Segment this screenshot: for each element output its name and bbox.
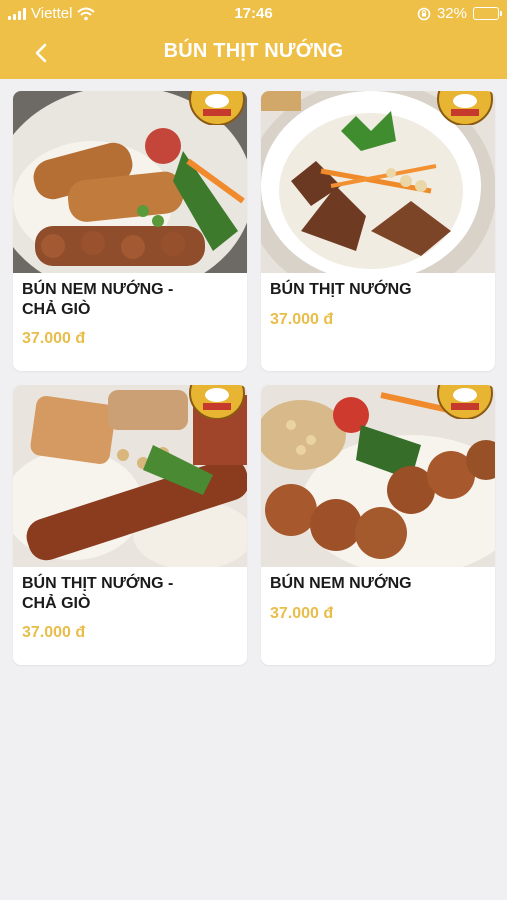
product-card[interactable]: BÚN NEM NƯỚNG - CHẢ GIÒ 37.000 đ xyxy=(13,91,247,371)
product-name: BÚN THỊT NƯỚNG - CHẢ GIÒ xyxy=(22,574,232,614)
product-price: 37.000 đ xyxy=(270,605,334,622)
battery-icon xyxy=(473,7,502,20)
rotation-lock-icon xyxy=(417,7,431,20)
brand-logo xyxy=(189,91,245,125)
product-name-line: CHẢ GIÒ xyxy=(22,301,91,318)
product-card[interactable]: BÚN NEM NƯỚNG 37.000 đ xyxy=(261,385,495,665)
product-name: BÚN NEM NƯỚNG - CHẢ GIÒ xyxy=(22,280,232,320)
product-name: BÚN NEM NƯỚNG xyxy=(270,574,480,594)
product-photo xyxy=(13,385,247,567)
product-card[interactable]: BÚN THỊT NƯỚNG - CHẢ GIÒ 37.000 đ xyxy=(13,385,247,665)
product-card[interactable]: BÚN THỊT NƯỚNG 37.000 đ xyxy=(261,91,495,371)
product-photo xyxy=(13,91,247,273)
product-price: 37.000 đ xyxy=(270,311,334,328)
product-name-line: BÚN NEM NƯỚNG - xyxy=(22,281,174,298)
header-bar: Viettel 17:46 32% BÚN THỊT NƯỚNG xyxy=(0,0,507,79)
page-title: BÚN THỊT NƯỚNG xyxy=(163,40,344,62)
product-name-line: BÚN THỊT NƯỚNG - xyxy=(22,575,174,592)
nav-bar: BÚN THỊT NƯỚNG xyxy=(0,30,507,74)
brand-logo xyxy=(437,385,493,419)
battery-percent: 32% xyxy=(436,5,467,22)
product-name: BÚN THỊT NƯỚNG xyxy=(270,280,480,300)
product-price: 37.000 đ xyxy=(22,624,86,641)
status-bar: Viettel 17:46 32% xyxy=(0,0,507,28)
brand-logo xyxy=(189,385,245,419)
product-name-line: BÚN NEM NƯỚNG xyxy=(270,575,412,592)
product-photo xyxy=(261,91,495,273)
product-price: 37.000 đ xyxy=(22,330,86,347)
product-name-line: BÚN THỊT NƯỚNG xyxy=(270,281,412,298)
product-name-line: CHẢ GIÒ xyxy=(22,595,91,612)
product-photo xyxy=(261,385,495,567)
brand-logo xyxy=(437,91,493,125)
